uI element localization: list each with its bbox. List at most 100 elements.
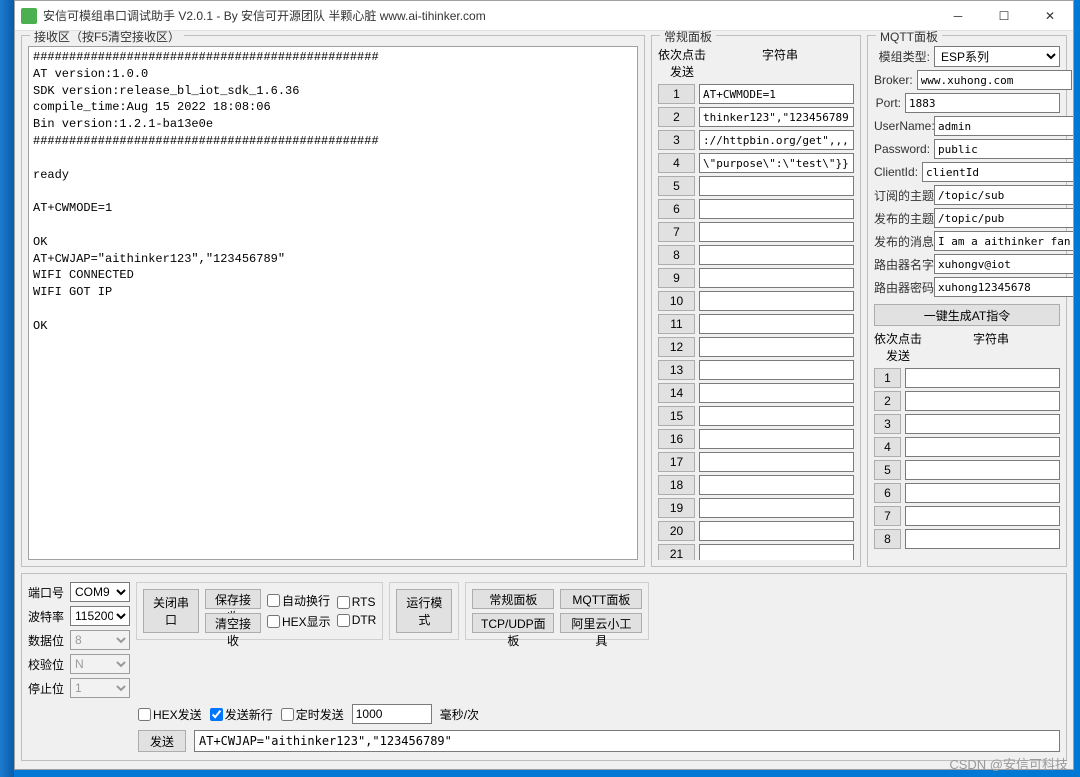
router-name-input[interactable] — [934, 254, 1073, 274]
cmd-input[interactable] — [699, 245, 854, 265]
mqtt-cmd-input[interactable] — [905, 391, 1060, 411]
cmd-send-button[interactable]: 17 — [658, 452, 695, 472]
cmd-input[interactable] — [699, 475, 854, 495]
panel-normal-button[interactable]: 常规面板 — [472, 589, 554, 609]
mqtt-cmd-input[interactable] — [905, 529, 1060, 549]
cmd-input[interactable] — [699, 498, 854, 518]
cmd-send-button[interactable]: 14 — [658, 383, 695, 403]
cmd-input[interactable] — [699, 452, 854, 472]
cmd-input[interactable] — [699, 153, 854, 173]
cmd-input[interactable] — [699, 521, 854, 541]
port-input[interactable] — [905, 93, 1060, 113]
cmd-send-button[interactable]: 2 — [658, 107, 695, 127]
generate-at-button[interactable]: 一键生成AT指令 — [874, 304, 1060, 326]
cmd-send-button[interactable]: 20 — [658, 521, 695, 541]
broker-input[interactable] — [917, 70, 1072, 90]
cmd-input[interactable] — [699, 84, 854, 104]
cmd-send-button[interactable]: 15 — [658, 406, 695, 426]
mqtt-cmd-input[interactable] — [905, 506, 1060, 526]
close-port-button[interactable]: 关闭串口 — [143, 589, 199, 633]
mqtt-cmd-send-button[interactable]: 3 — [874, 414, 901, 434]
mqtt-cmd-send-button[interactable]: 2 — [874, 391, 901, 411]
rts-checkbox[interactable]: RTS — [337, 595, 377, 609]
baud-select[interactable]: 115200 — [70, 606, 130, 626]
receive-textarea[interactable] — [28, 46, 638, 560]
save-recv-button[interactable]: 保存接收 — [205, 589, 261, 609]
cmd-send-button[interactable]: 13 — [658, 360, 695, 380]
clientid-input[interactable] — [922, 162, 1073, 182]
cmd-send-button[interactable]: 5 — [658, 176, 695, 196]
cmd-send-button[interactable]: 9 — [658, 268, 695, 288]
clear-recv-button[interactable]: 清空接收 — [205, 613, 261, 633]
hex-show-checkbox[interactable]: HEX显示 — [267, 613, 331, 630]
cmd-send-button[interactable]: 4 — [658, 153, 695, 173]
cmd-row: 7 — [658, 222, 854, 242]
send-button[interactable]: 发送 — [138, 730, 186, 752]
stopbits-select[interactable]: 1 — [70, 678, 130, 698]
send-newline-checkbox[interactable]: 发送新行 — [210, 706, 273, 723]
cmd-input[interactable] — [699, 107, 854, 127]
close-button[interactable]: ✕ — [1027, 1, 1073, 31]
cmd-input[interactable] — [699, 360, 854, 380]
username-input[interactable] — [934, 116, 1073, 136]
timed-send-checkbox[interactable]: 定时发送 — [281, 706, 344, 723]
run-mode-button[interactable]: 运行模式 — [396, 589, 452, 633]
cmd-input[interactable] — [699, 199, 854, 219]
receive-group: 接收区（按F5清空接收区） — [21, 35, 645, 567]
port-label: Port: — [874, 96, 905, 110]
cmd-input[interactable] — [699, 406, 854, 426]
pub-msg-input[interactable] — [934, 231, 1073, 251]
dtr-checkbox[interactable]: DTR — [337, 613, 377, 627]
cmd-input[interactable] — [699, 222, 854, 242]
hex-send-checkbox[interactable]: HEX发送 — [138, 706, 202, 723]
cmd-input[interactable] — [699, 291, 854, 311]
sub-topic-input[interactable] — [934, 185, 1073, 205]
mqtt-cmd-send-button[interactable]: 8 — [874, 529, 901, 549]
panel-tcp-button[interactable]: TCP/UDP面板 — [472, 613, 554, 633]
password-input[interactable] — [934, 139, 1073, 159]
module-type-select[interactable]: ESP系列 — [934, 46, 1060, 67]
cmd-input[interactable] — [699, 314, 854, 334]
port-no-select[interactable]: COM9 — [70, 582, 130, 602]
cmd-send-button[interactable]: 21 — [658, 544, 695, 560]
cmd-send-button[interactable]: 6 — [658, 199, 695, 219]
cmd-send-button[interactable]: 18 — [658, 475, 695, 495]
timer-input[interactable] — [352, 704, 432, 724]
mqtt-cmd-send-button[interactable]: 5 — [874, 460, 901, 480]
auto-wrap-checkbox[interactable]: 自动换行 — [267, 592, 331, 609]
cmd-input[interactable] — [699, 130, 854, 150]
mqtt-cmd-send-button[interactable]: 4 — [874, 437, 901, 457]
cmd-send-button[interactable]: 11 — [658, 314, 695, 334]
mqtt-cmd-input[interactable] — [905, 414, 1060, 434]
cmd-input[interactable] — [699, 337, 854, 357]
cmd-send-button[interactable]: 12 — [658, 337, 695, 357]
cmd-input[interactable] — [699, 383, 854, 403]
mqtt-cmd-input[interactable] — [905, 460, 1060, 480]
send-input[interactable] — [194, 730, 1060, 752]
cmd-send-button[interactable]: 19 — [658, 498, 695, 518]
cmd-input[interactable] — [699, 544, 854, 560]
maximize-button[interactable]: ☐ — [981, 1, 1027, 31]
mqtt-cmd-send-button[interactable]: 7 — [874, 506, 901, 526]
parity-select[interactable]: N — [70, 654, 130, 674]
mqtt-cmd-send-button[interactable]: 1 — [874, 368, 901, 388]
cmd-send-button[interactable]: 10 — [658, 291, 695, 311]
mqtt-cmd-input[interactable] — [905, 437, 1060, 457]
cmd-input[interactable] — [699, 268, 854, 288]
mqtt-cmd-input[interactable] — [905, 368, 1060, 388]
panel-mqtt-button[interactable]: MQTT面板 — [560, 589, 642, 609]
pub-topic-input[interactable] — [934, 208, 1073, 228]
mqtt-cmd-input[interactable] — [905, 483, 1060, 503]
router-pwd-input[interactable] — [934, 277, 1073, 297]
cmd-send-button[interactable]: 16 — [658, 429, 695, 449]
minimize-button[interactable]: ─ — [935, 1, 981, 31]
cmd-send-button[interactable]: 1 — [658, 84, 695, 104]
databits-select[interactable]: 8 — [70, 630, 130, 650]
cmd-send-button[interactable]: 8 — [658, 245, 695, 265]
mqtt-cmd-send-button[interactable]: 6 — [874, 483, 901, 503]
cmd-input[interactable] — [699, 429, 854, 449]
cmd-send-button[interactable]: 7 — [658, 222, 695, 242]
cmd-input[interactable] — [699, 176, 854, 196]
cmd-send-button[interactable]: 3 — [658, 130, 695, 150]
panel-ali-button[interactable]: 阿里云小工具 — [560, 613, 642, 633]
